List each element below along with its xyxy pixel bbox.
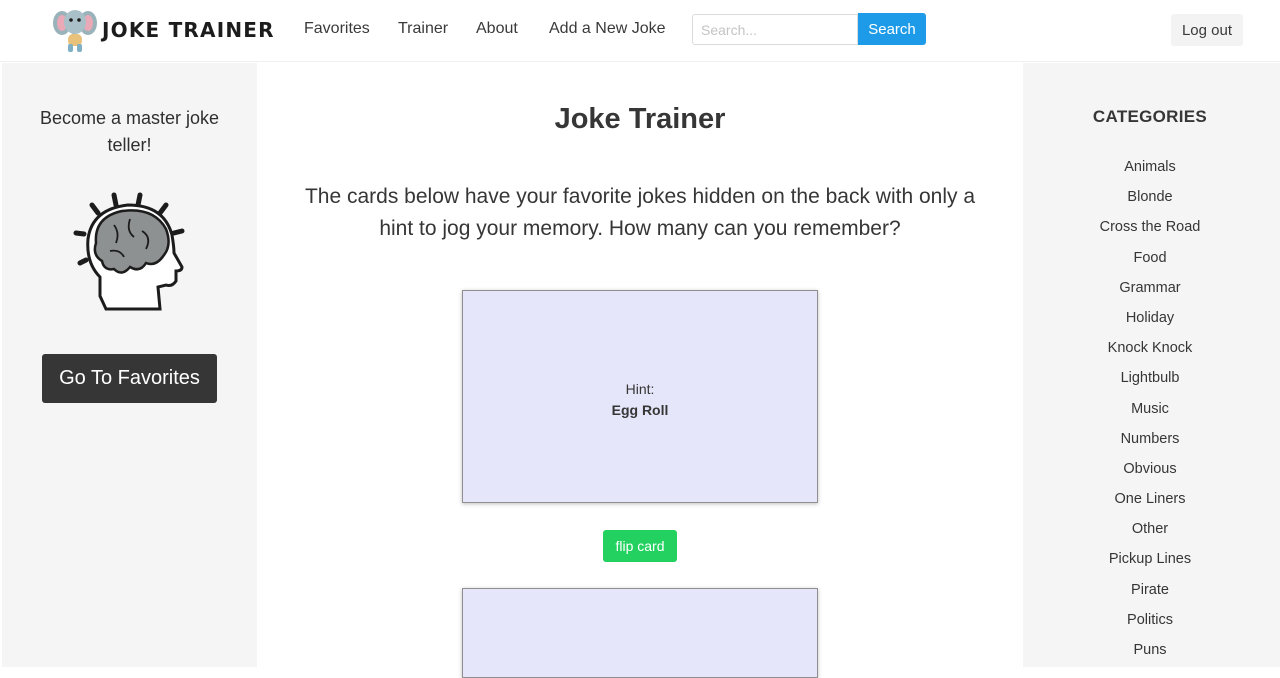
category-item[interactable]: Animals xyxy=(1023,155,1277,185)
categories-heading: CATEGORIES xyxy=(1092,107,1208,126)
category-item[interactable]: Knock Knock xyxy=(1023,336,1277,366)
category-item[interactable]: Other xyxy=(1023,517,1277,547)
brand-title: JOKE TRAINER xyxy=(102,18,275,42)
card-hint: Hint: Egg Roll xyxy=(463,379,817,421)
category-item[interactable]: Puns xyxy=(1023,638,1277,668)
category-item[interactable]: Pirate xyxy=(1023,578,1277,608)
brain-head-icon xyxy=(73,192,185,311)
category-item[interactable]: Music xyxy=(1023,397,1277,427)
tagline: Become a master joke teller! xyxy=(39,108,220,155)
category-item[interactable]: Grammar xyxy=(1023,276,1277,306)
top-navbar: JOKE TRAINER Favorites Trainer About Add… xyxy=(0,0,1280,62)
page-title: Joke Trainer xyxy=(554,103,726,135)
joke-card[interactable]: Hint: Egg Roll xyxy=(462,290,818,503)
hint-value: Egg Roll xyxy=(611,402,669,418)
category-item[interactable]: Lightbulb xyxy=(1023,366,1277,396)
category-item[interactable]: Food xyxy=(1023,246,1277,276)
nav-add-joke[interactable]: Add a New Joke xyxy=(549,20,666,38)
category-item[interactable]: Cross the Road xyxy=(1023,215,1277,245)
brand-link[interactable]: JOKE TRAINER xyxy=(52,6,275,54)
nav-about[interactable]: About xyxy=(476,20,518,38)
hint-label: Hint: xyxy=(625,381,655,397)
category-list: Animals Blonde Cross the Road Food Gramm… xyxy=(1023,155,1277,668)
joke-card[interactable] xyxy=(462,588,818,678)
flip-card-button[interactable]: flip card xyxy=(603,530,677,562)
intro-text: The cards below have your favorite jokes… xyxy=(304,185,976,240)
category-item[interactable]: Pickup Lines xyxy=(1023,547,1277,577)
search-button[interactable]: Search xyxy=(858,13,926,45)
nav-trainer[interactable]: Trainer xyxy=(398,20,448,38)
category-item[interactable]: Holiday xyxy=(1023,306,1277,336)
category-item[interactable]: Politics xyxy=(1023,608,1277,638)
logout-button[interactable]: Log out xyxy=(1171,14,1243,46)
category-item[interactable]: Blonde xyxy=(1023,185,1277,215)
category-item[interactable]: Obvious xyxy=(1023,457,1277,487)
right-sidebar: CATEGORIES Animals Blonde Cross the Road… xyxy=(1023,63,1280,667)
go-to-favorites-button[interactable]: Go To Favorites xyxy=(42,354,217,403)
category-item[interactable]: Numbers xyxy=(1023,427,1277,457)
main-content: Joke Trainer The cards below have your f… xyxy=(257,63,1023,678)
left-sidebar: Become a master joke teller! Go To Favor… xyxy=(2,63,257,667)
nav-favorites[interactable]: Favorites xyxy=(304,20,370,38)
search-input[interactable] xyxy=(692,14,858,45)
category-item[interactable]: One Liners xyxy=(1023,487,1277,517)
elephant-logo-icon xyxy=(53,10,97,52)
